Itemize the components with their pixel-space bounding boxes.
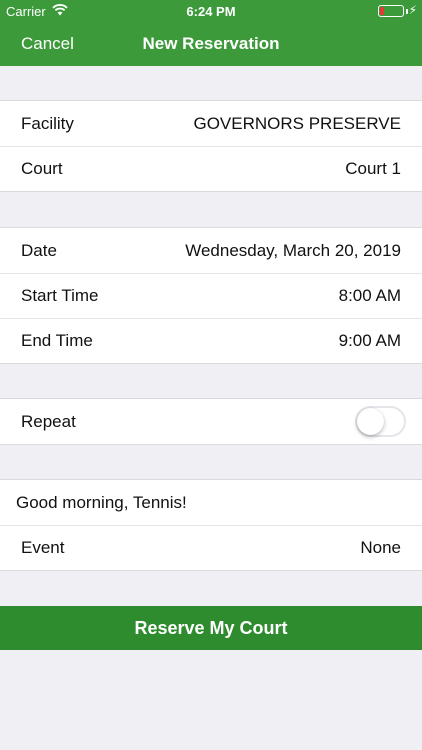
date-row[interactable]: Date Wednesday, March 20, 2019 [0, 228, 422, 273]
court-value: Court 1 [345, 158, 401, 178]
repeat-section: Repeat [0, 398, 422, 445]
court-label: Court [21, 158, 63, 178]
repeat-row: Repeat [0, 399, 422, 444]
greeting-row: Good morning, Tennis! [0, 480, 422, 525]
event-row[interactable]: Event None [0, 525, 422, 570]
details-section: Good morning, Tennis! Event None [0, 479, 422, 571]
end-time-row[interactable]: End Time 9:00 AM [0, 318, 422, 363]
app-header: Carrier 6:24 PM ⚡ Cancel New Reservation [0, 0, 422, 66]
facility-row[interactable]: Facility GOVERNORS PRESERVE [0, 101, 422, 146]
date-value: Wednesday, March 20, 2019 [185, 240, 401, 260]
court-row[interactable]: Court Court 1 [0, 146, 422, 191]
schedule-section: Date Wednesday, March 20, 2019 Start Tim… [0, 227, 422, 364]
event-value: None [360, 537, 401, 557]
nav-bar: Cancel New Reservation [0, 22, 422, 66]
status-time: 6:24 PM [186, 4, 236, 19]
page-title: New Reservation [142, 34, 280, 53]
status-bar: Carrier 6:24 PM ⚡ [0, 0, 422, 22]
event-label: Event [21, 537, 65, 557]
toggle-knob [357, 408, 384, 435]
date-label: Date [21, 240, 57, 260]
location-section: Facility GOVERNORS PRESERVE Court Court … [0, 100, 422, 192]
facility-value: GOVERNORS PRESERVE [193, 113, 401, 133]
repeat-label: Repeat [21, 411, 76, 431]
battery-icon [378, 5, 404, 17]
end-time-value: 9:00 AM [338, 330, 401, 350]
repeat-toggle[interactable] [355, 406, 406, 437]
start-time-row[interactable]: Start Time 8:00 AM [0, 273, 422, 318]
start-time-label: Start Time [21, 285, 99, 305]
facility-label: Facility [21, 113, 74, 133]
reserve-button[interactable]: Reserve My Court [0, 606, 422, 650]
start-time-value: 8:00 AM [338, 285, 401, 305]
end-time-label: End Time [21, 330, 93, 350]
greeting-text: Good morning, Tennis! [16, 492, 187, 512]
bolt-icon: ⚡ [408, 3, 417, 17]
